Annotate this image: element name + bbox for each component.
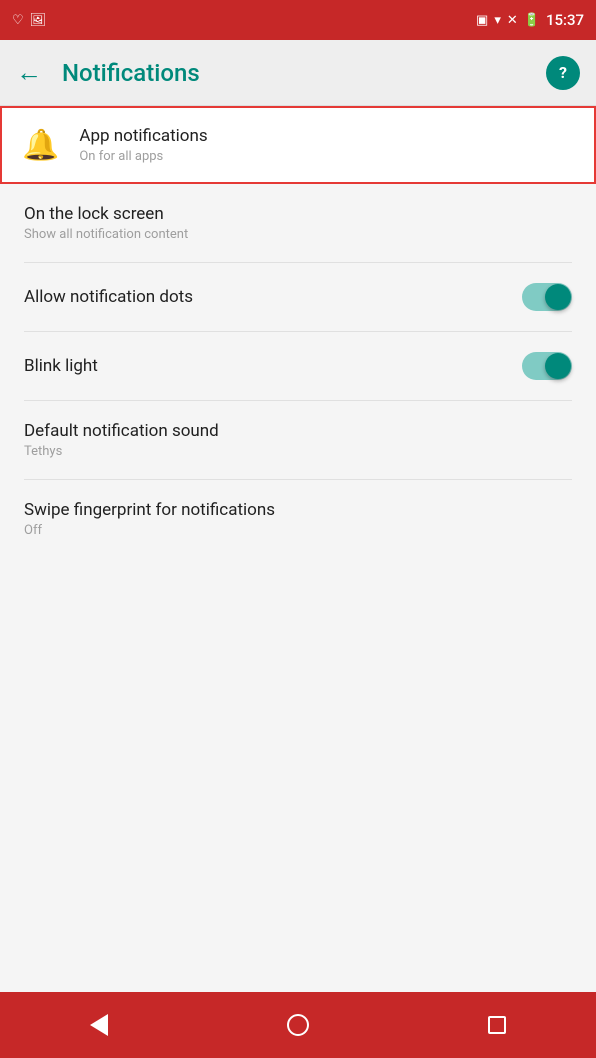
- status-bar-right: ▣ ▾ ✕ 🔋 15:37: [476, 11, 584, 29]
- settings-section: On the lock screen Show all notification…: [0, 184, 596, 558]
- notification-icon-2: 🖼: [30, 13, 47, 28]
- lock-screen-row[interactable]: On the lock screen Show all notification…: [0, 184, 596, 262]
- help-button[interactable]: ?: [546, 56, 580, 90]
- recents-nav-button[interactable]: [472, 1000, 522, 1050]
- bottom-nav: [0, 992, 596, 1058]
- fingerprint-text: Swipe fingerprint for notifications Off: [24, 500, 275, 538]
- vibrate-icon: ▣: [476, 13, 488, 28]
- home-nav-icon: [287, 1014, 309, 1036]
- app-notifications-row[interactable]: 🔔 App notifications On for all apps: [0, 106, 596, 184]
- app-notifications-title: App notifications: [79, 126, 207, 146]
- signal-off-icon: ✕: [507, 13, 518, 28]
- notification-dots-text: Allow notification dots: [24, 287, 193, 307]
- back-button[interactable]: ←: [16, 57, 42, 88]
- wifi-icon: ▾: [494, 13, 501, 28]
- page-title: Notifications: [62, 59, 526, 87]
- toggle-thumb-1: [545, 284, 571, 310]
- notification-dots-title: Allow notification dots: [24, 287, 193, 307]
- blink-light-row[interactable]: Blink light: [0, 332, 596, 400]
- app-bar: ← Notifications ?: [0, 40, 596, 106]
- status-bar: ♡ 🖼 ▣ ▾ ✕ 🔋 15:37: [0, 0, 596, 40]
- notification-sound-subtitle: Tethys: [24, 444, 219, 459]
- toggle-thumb-2: [545, 353, 571, 379]
- fingerprint-subtitle: Off: [24, 523, 275, 538]
- bell-icon: 🔔: [22, 128, 59, 163]
- notification-dots-row[interactable]: Allow notification dots: [0, 263, 596, 331]
- blink-light-title: Blink light: [24, 356, 98, 376]
- notification-sound-text: Default notification sound Tethys: [24, 421, 219, 459]
- battery-icon: 🔋: [524, 13, 540, 28]
- app-notifications-text: App notifications On for all apps: [79, 126, 207, 164]
- notification-icon-1: ♡: [12, 13, 24, 28]
- blink-light-toggle[interactable]: [522, 352, 572, 380]
- lock-screen-subtitle: Show all notification content: [24, 227, 188, 242]
- lock-screen-text: On the lock screen Show all notification…: [24, 204, 188, 242]
- status-bar-left: ♡ 🖼: [12, 13, 46, 28]
- help-icon: ?: [559, 63, 567, 82]
- app-notifications-subtitle: On for all apps: [79, 149, 207, 164]
- fingerprint-title: Swipe fingerprint for notifications: [24, 500, 275, 520]
- back-nav-icon: [90, 1014, 108, 1036]
- fingerprint-row[interactable]: Swipe fingerprint for notifications Off: [0, 480, 596, 558]
- notification-sound-row[interactable]: Default notification sound Tethys: [0, 401, 596, 479]
- blink-light-text: Blink light: [24, 356, 98, 376]
- recents-nav-icon: [488, 1016, 506, 1034]
- notification-sound-title: Default notification sound: [24, 421, 219, 441]
- lock-screen-title: On the lock screen: [24, 204, 188, 224]
- back-nav-button[interactable]: [74, 1000, 124, 1050]
- notification-dots-toggle[interactable]: [522, 283, 572, 311]
- status-time: 15:37: [546, 11, 584, 29]
- home-nav-button[interactable]: [273, 1000, 323, 1050]
